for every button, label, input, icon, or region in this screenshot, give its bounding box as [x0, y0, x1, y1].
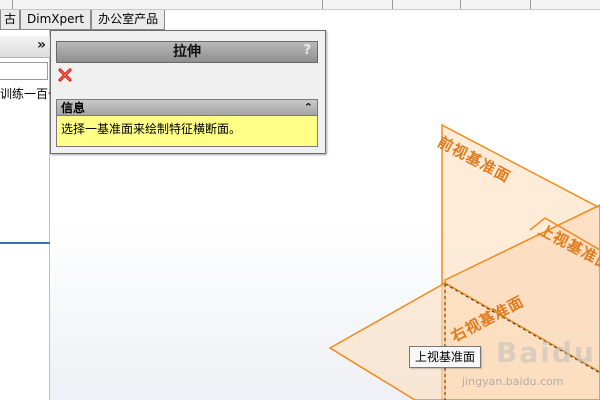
message-group-title: 信息: [61, 101, 86, 115]
tab-dimxpert[interactable]: DimXpert: [20, 10, 92, 30]
tab-partial[interactable]: 古: [0, 10, 21, 30]
message-text: 选择一基准面来绘制特征横断面。: [61, 122, 242, 136]
plane-tooltip: 上视基准面: [409, 346, 482, 368]
feature-manager-panel: » 训练一百七: [0, 30, 50, 400]
baidu-watermark-logo: Baidu: [496, 336, 596, 369]
extrude-property-manager: 拉伸 ? 信息 ⌃ 选择一基准面来绘制特征横断面。: [50, 30, 326, 154]
feature-filter-input[interactable]: [0, 62, 48, 80]
collapse-icon[interactable]: ⌃: [304, 100, 313, 116]
feature-manager-header: »: [0, 36, 50, 58]
message-group-header[interactable]: 信息 ⌃: [57, 100, 317, 116]
baidu-watermark-url: jingyan.baidu.com: [462, 375, 564, 388]
expand-panel-button[interactable]: »: [37, 37, 46, 53]
help-icon[interactable]: ?: [303, 43, 311, 58]
property-manager-title-bar: 拉伸 ?: [56, 41, 318, 63]
property-manager-title: 拉伸: [173, 44, 201, 60]
cancel-icon[interactable]: [57, 67, 73, 83]
red-x-icon: [58, 68, 72, 82]
command-manager-tabs: 古 DimXpert 办公室产品: [0, 10, 166, 30]
top-toolbar-strip: [0, 0, 600, 10]
rollback-bar[interactable]: [0, 242, 50, 244]
tab-office-products[interactable]: 办公室产品: [91, 10, 166, 30]
message-group: 信息 ⌃ 选择一基准面来绘制特征横断面。: [56, 99, 318, 147]
feature-tree-item[interactable]: 训练一百七: [0, 86, 50, 102]
